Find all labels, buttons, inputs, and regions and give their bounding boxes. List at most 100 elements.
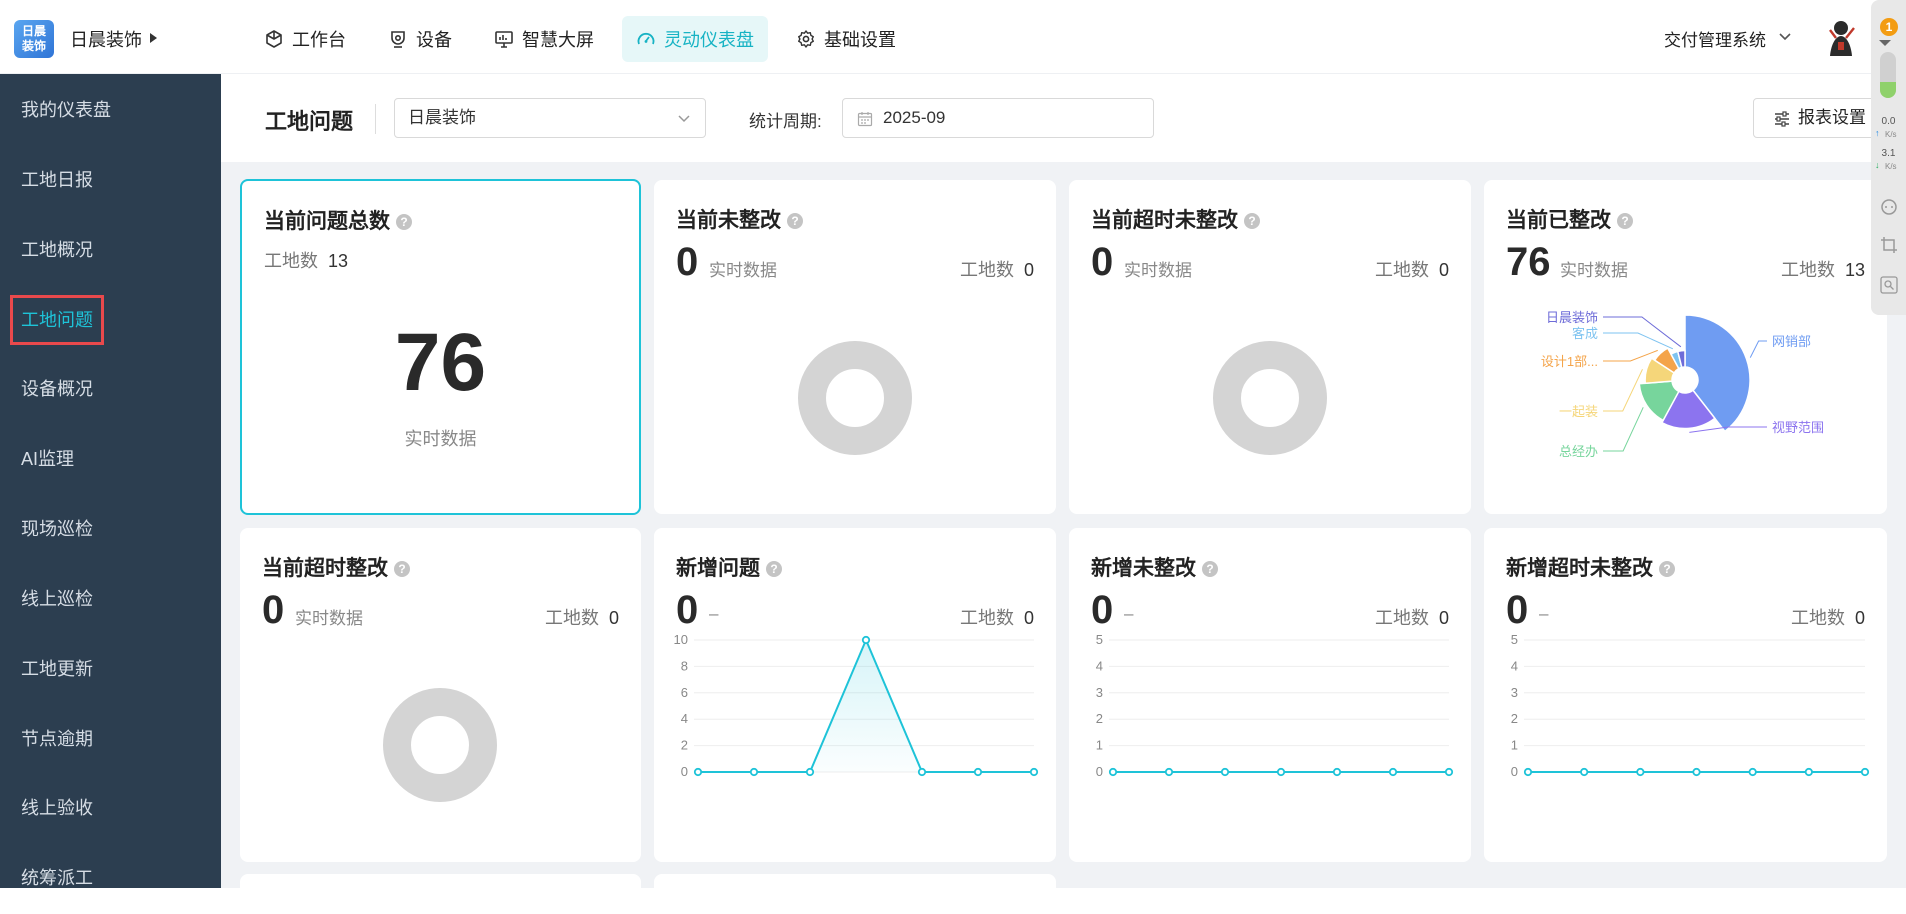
chat-icon[interactable] <box>1880 198 1898 216</box>
sidebar-item-my-dashboard[interactable]: 我的仪表盘 <box>0 80 221 140</box>
upload-speed: 0.0 <box>1881 116 1896 127</box>
download-unit: K/s <box>1885 162 1897 171</box>
help-icon[interactable]: ? <box>787 213 803 229</box>
series-area <box>698 640 1034 772</box>
y-tick-label: 4 <box>1096 658 1103 673</box>
speed-monitor-panel[interactable]: 1 0.0 ↑ K/s 3.1 ↓ K/s <box>1871 0 1906 315</box>
top-bar: 日晨装饰 日晨装饰 工作台 设备 智慧大屏 灵动仪表盘 基础设置 交付管理系统 <box>0 0 1906 74</box>
sidebar-item-issues[interactable]: 工地问题 <box>0 290 221 350</box>
search-icon[interactable] <box>1880 276 1898 294</box>
leader-line <box>1603 332 1674 350</box>
empty-donut-chart <box>383 688 497 802</box>
brand-logo[interactable]: 日晨装饰 <box>14 20 54 58</box>
sidebar-item-acceptance[interactable]: 线上验收 <box>0 778 221 838</box>
sidebar-item-dispatch[interactable]: 统筹派工 <box>0 848 221 888</box>
help-icon[interactable]: ? <box>1244 213 1260 229</box>
chevron-down-icon[interactable] <box>1778 32 1792 42</box>
card-title-text: 当前未整改 <box>676 209 781 232</box>
nav-item-settings[interactable]: 基础设置 <box>782 16 910 62</box>
system-switcher[interactable]: 交付管理系统 <box>1664 26 1766 51</box>
card-overdue-rectified[interactable]: 当前超时整改? 0 实时数据 工地数 0 <box>240 528 641 862</box>
y-tick-label: 0 <box>1096 764 1103 779</box>
site-count: 工地数 13 <box>264 247 348 273</box>
card-title: 新增未整改? <box>1091 552 1218 582</box>
chevron-down-icon <box>678 115 690 123</box>
realtime-tag: 实时数据 <box>1560 261 1628 280</box>
sidebar-item-devices[interactable]: 设备概况 <box>0 359 221 419</box>
caret-down-icon[interactable] <box>1879 40 1891 46</box>
card-partial <box>240 874 641 914</box>
help-icon[interactable]: ? <box>394 561 410 577</box>
y-tick-label: 0 <box>1511 764 1518 779</box>
nav-item-screen[interactable]: 智慧大屏 <box>480 16 608 62</box>
card-overdue-unrectified[interactable]: 当前超时未整改? 0 实时数据 工地数 0 <box>1069 180 1471 514</box>
y-tick-label: 8 <box>681 658 688 673</box>
leader-line <box>1603 407 1644 452</box>
help-icon[interactable]: ? <box>766 561 782 577</box>
card-unrectified[interactable]: 当前未整改? 0 实时数据 工地数 0 <box>654 180 1056 514</box>
card-new-issues[interactable]: 新增问题? 0 – 工地数 0 10 8 6 4 2 0 <box>654 528 1056 862</box>
site-count-value: 13 <box>1844 260 1865 280</box>
y-tick-label: 6 <box>681 685 688 700</box>
metric-value: 0 <box>1091 240 1114 284</box>
site-count-label: 工地数 <box>1374 260 1429 280</box>
sidebar-item-label: 节点逾期 <box>21 729 93 749</box>
card-new-overdue-unrectified[interactable]: 新增超时未整改? 0 – 工地数 0 5 4 3 2 1 0 <box>1484 528 1887 862</box>
nav-item-device[interactable]: 设备 <box>374 16 466 62</box>
help-icon[interactable]: ? <box>1659 561 1675 577</box>
help-icon[interactable]: ? <box>1202 561 1218 577</box>
trend-tag: – <box>1539 604 1549 623</box>
card-title: 当前问题总数? <box>264 205 412 235</box>
data-point <box>1692 767 1701 777</box>
sidebar-item-label: 线上巡检 <box>21 589 93 609</box>
nav-item-workbench[interactable]: 工作台 <box>250 16 360 62</box>
sidebar-item-overdue[interactable]: 节点逾期 <box>0 709 221 769</box>
sidebar-item-daily[interactable]: 工地日报 <box>0 150 221 210</box>
data-point <box>1444 767 1454 777</box>
nav-label: 工作台 <box>292 30 346 50</box>
new-overdue-unrectified-line-chart: 5 4 3 2 1 0 <box>1511 632 1870 779</box>
report-settings-button[interactable]: 报表设置 <box>1753 98 1888 138</box>
card-rectified[interactable]: 当前已整改? 76 实时数据 工地数 13 网销部 视野范围 总经办 一起装 设计1部..… <box>1484 180 1887 514</box>
caret-right-icon[interactable] <box>150 33 157 43</box>
trend-tag: – <box>1124 604 1134 623</box>
notification-badge[interactable]: 1 <box>1880 18 1898 36</box>
help-icon[interactable]: ? <box>396 214 412 230</box>
nav-label: 灵动仪表盘 <box>664 30 754 50</box>
period-date-picker[interactable]: 2025-09 <box>842 98 1154 138</box>
sidebar-item-label: 我的仪表盘 <box>21 100 111 120</box>
site-count-label: 工地数 <box>959 260 1014 280</box>
donut-ring <box>383 688 497 802</box>
nav-item-dashboard[interactable]: 灵动仪表盘 <box>622 16 768 62</box>
calendar-icon <box>857 112 873 127</box>
sidebar-item-updates[interactable]: 工地更新 <box>0 639 221 699</box>
site-count-label: 工地数 <box>1780 260 1835 280</box>
sidebar-item-label: 工地概况 <box>21 240 93 260</box>
card-title: 当前超时整改? <box>262 552 410 582</box>
y-tick-label: 4 <box>681 711 688 726</box>
sidebar: 我的仪表盘 工地日报 工地概况 工地问题 设备概况 AI监理 现场巡检 线上巡检… <box>0 74 221 888</box>
metric-value: 76 <box>1506 240 1551 284</box>
card-title: 当前未整改? <box>676 204 803 234</box>
company-select[interactable]: 日晨装饰 <box>394 98 706 138</box>
card-total-issues[interactable]: 当前问题总数? 工地数 13 76 实时数据 <box>240 179 641 515</box>
dashboard-icon <box>637 32 655 45</box>
monitor-icon <box>495 31 513 48</box>
sidebar-item-ai[interactable]: AI监理 <box>0 429 221 489</box>
upload-unit: K/s <box>1885 130 1897 139</box>
card-title-text: 新增问题 <box>676 557 760 580</box>
sidebar-item-label: 工地日报 <box>21 170 93 190</box>
brand-name[interactable]: 日晨装饰 <box>70 26 142 52</box>
y-tick-label: 5 <box>1511 632 1518 647</box>
avatar[interactable] <box>1822 16 1860 60</box>
site-count: 工地数 13 <box>1781 256 1865 282</box>
sidebar-item-site-inspection[interactable]: 现场巡检 <box>0 499 221 559</box>
sidebar-item-online-inspection[interactable]: 线上巡检 <box>0 569 221 629</box>
data-point <box>1636 767 1645 777</box>
crop-icon[interactable] <box>1880 236 1898 254</box>
sidebar-item-label: 设备概况 <box>21 379 93 399</box>
sidebar-item-overview[interactable]: 工地概况 <box>0 220 221 280</box>
card-new-unrectified[interactable]: 新增未整改? 0 – 工地数 0 5 4 3 2 1 0 <box>1069 528 1471 862</box>
data-point <box>1748 767 1757 777</box>
help-icon[interactable]: ? <box>1617 213 1633 229</box>
